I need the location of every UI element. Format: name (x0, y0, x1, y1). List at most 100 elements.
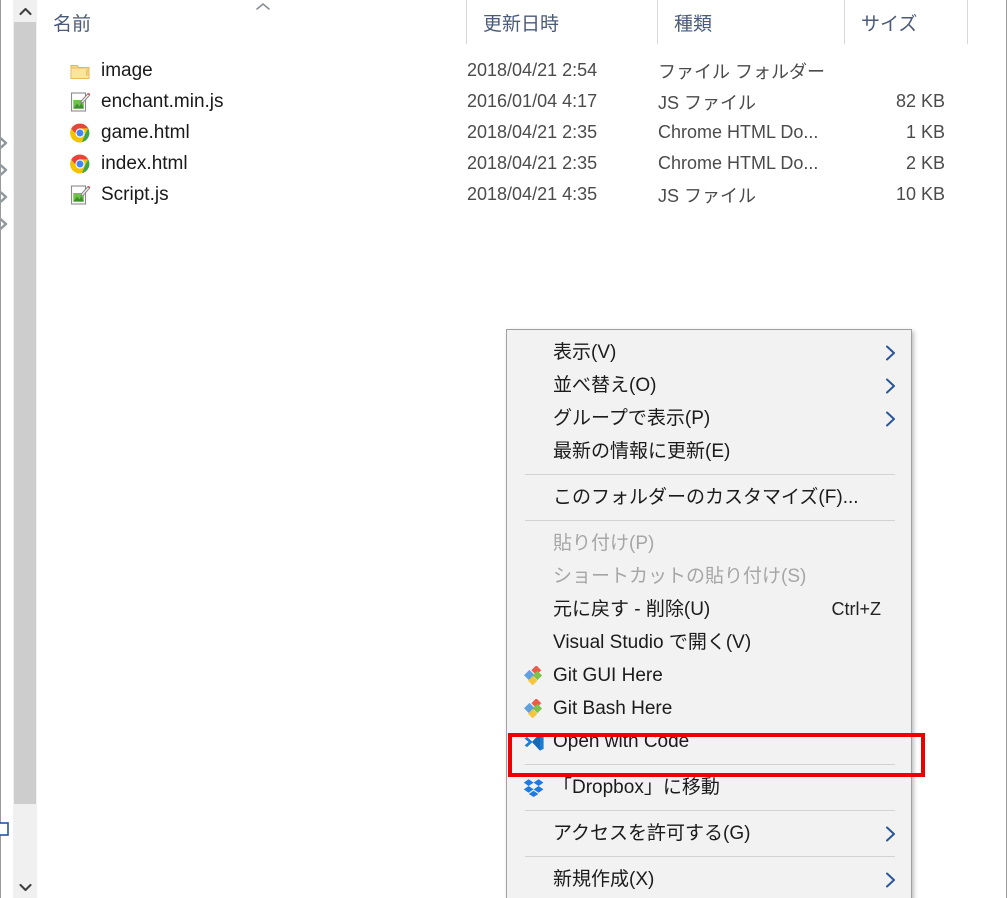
column-header-spacer (968, 0, 1006, 44)
file-size-cell (782, 55, 945, 86)
column-header-date[interactable]: 更新日時 (467, 0, 658, 44)
file-size-label: 82 KB (895, 91, 945, 111)
menu-item[interactable]: 「Dropbox」に移動 (507, 771, 911, 804)
scroll-down-button[interactable] (13, 876, 37, 898)
table-row[interactable]: game.html 2018/04/21 2:35 Chrome HTML Do..… (37, 117, 1006, 148)
menu-separator (525, 810, 895, 811)
file-date-label: 2016/01/04 4:17 (467, 91, 598, 111)
chrome-icon (69, 122, 91, 144)
menu-item[interactable]: 元に戻す - 削除(U) Ctrl+Z (507, 593, 911, 626)
menu-item-label: 表示(V) (553, 342, 617, 363)
file-date-cell: 2018/04/21 2:35 (467, 117, 597, 148)
navigation-pane[interactable] (0, 0, 13, 898)
menu-item-label: グループで表示(P) (553, 408, 711, 429)
chevron-down-icon (18, 883, 32, 892)
chevron-right-icon[interactable] (1, 190, 11, 204)
file-name-cell[interactable]: enchant.min.js (69, 86, 224, 117)
menu-separator (525, 856, 895, 857)
menu-separator (525, 474, 895, 475)
file-name-cell[interactable]: image (69, 55, 153, 86)
menu-item-shortcut: Ctrl+Z (831, 599, 882, 619)
menu-item[interactable]: Visual Studio で開く(V) (507, 626, 911, 659)
column-header-size-label: サイズ (861, 13, 918, 35)
menu-item[interactable]: Open with Code (507, 725, 911, 758)
js-file-icon (69, 91, 91, 113)
file-size-label: 10 KB (895, 184, 945, 204)
menu-item[interactable]: Git GUI Here (507, 659, 911, 692)
file-date-cell: 2018/04/21 4:35 (467, 179, 597, 210)
file-name-label: index.html (101, 152, 188, 174)
table-row[interactable]: index.html 2018/04/21 2:35 Chrome HTML Do.… (37, 148, 1006, 179)
git-icon (521, 698, 547, 720)
menu-item[interactable]: 並べ替え(O) (507, 369, 911, 402)
file-type-cell: JS ファイル (658, 179, 756, 210)
git-icon (521, 665, 547, 687)
menu-item[interactable]: 表示(V) (507, 336, 911, 369)
file-size-label: 1 KB (905, 122, 945, 142)
file-name-label: game.html (101, 121, 190, 143)
file-date-cell: 2018/04/21 2:54 (467, 55, 597, 86)
column-header-size[interactable]: サイズ (845, 0, 968, 44)
menu-separator (525, 520, 895, 521)
table-row[interactable]: enchant.min.js 2016/01/04 4:17 JS ファイル 82 K… (37, 86, 1006, 117)
menu-item-label: アクセスを許可する(G) (553, 823, 751, 844)
scroll-up-button[interactable] (13, 0, 37, 22)
column-header-type-label: 種類 (674, 13, 713, 35)
menu-item: 貼り付け(P) (507, 527, 911, 560)
menu-item-label: このフォルダーのカスタマイズ(F)... (553, 487, 859, 508)
partial-folder-icon (0, 820, 12, 838)
file-size-cell: 10 KB (782, 179, 945, 210)
menu-item-label: Git GUI Here (553, 665, 663, 686)
file-name-label: enchant.min.js (101, 90, 224, 112)
table-row[interactable]: image 2018/04/21 2:54 ファイル フォルダー (37, 55, 1006, 86)
menu-item: ショートカットの貼り付け(S) (507, 560, 911, 593)
file-name-label: Script.js (101, 183, 169, 205)
menu-item[interactable]: Git Bash Here (507, 692, 911, 725)
menu-item-label: 貼り付け(P) (553, 533, 655, 554)
menu-item-label: 最新の情報に更新(E) (553, 441, 731, 462)
chevron-up-icon (18, 7, 32, 16)
chrome-icon (69, 153, 91, 175)
chevron-right-icon[interactable] (1, 217, 11, 231)
file-name-label: image (101, 59, 153, 81)
column-header-type[interactable]: 種類 (658, 0, 845, 44)
file-name-cell[interactable]: game.html (69, 117, 190, 148)
menu-item[interactable]: このフォルダーのカスタマイズ(F)... (507, 481, 911, 514)
file-date-cell: 2016/01/04 4:17 (467, 86, 597, 117)
menu-item-label: Open with Code (553, 731, 690, 752)
chevron-right-icon[interactable] (1, 136, 11, 150)
file-type-cell: JS ファイル (658, 86, 756, 117)
column-header-date-label: 更新日時 (483, 13, 560, 35)
menu-item[interactable]: 最新の情報に更新(E) (507, 435, 911, 468)
file-size-cell: 1 KB (782, 117, 945, 148)
menu-item[interactable]: アクセスを許可する(G) (507, 817, 911, 850)
explorer-window: 名前 更新日時 種類 サイズ image 2018/04/21 2:54 ファイル … (0, 0, 1007, 898)
file-type-label: JS ファイル (658, 185, 757, 206)
file-size-cell: 2 KB (782, 148, 945, 179)
column-header-name[interactable]: 名前 (37, 0, 467, 44)
file-name-cell[interactable]: index.html (69, 148, 188, 179)
menu-item-label: 元に戻す - 削除(U) (553, 599, 711, 620)
menu-item-label: 新規作成(X) (553, 869, 655, 890)
sort-ascending-icon (255, 2, 271, 11)
chevron-right-icon (884, 344, 897, 362)
vscode-icon (521, 731, 547, 753)
file-type-label: JS ファイル (658, 92, 757, 113)
file-size-cell: 82 KB (782, 86, 945, 117)
file-date-label: 2018/04/21 2:35 (467, 153, 598, 173)
vertical-scrollbar[interactable] (13, 0, 37, 898)
column-header-row: 名前 更新日時 種類 サイズ (37, 0, 1006, 44)
chevron-right-icon (884, 871, 897, 889)
menu-item-label: 並べ替え(O) (553, 375, 657, 396)
file-name-cell[interactable]: Script.js (69, 179, 169, 210)
menu-item[interactable]: 新規作成(X) (507, 863, 911, 896)
file-date-label: 2018/04/21 4:35 (467, 184, 598, 204)
menu-item[interactable]: グループで表示(P) (507, 402, 911, 435)
chevron-right-icon[interactable] (1, 163, 11, 177)
scrollbar-thumb[interactable] (14, 22, 36, 804)
menu-separator (525, 764, 895, 765)
column-header-name-label: 名前 (53, 13, 92, 35)
js-file-icon (69, 184, 91, 206)
context-menu[interactable]: 表示(V) 並べ替え(O) グループで表示(P) 最新の情報に更新(E) このフォルダー… (506, 329, 912, 898)
table-row[interactable]: Script.js 2018/04/21 4:35 JS ファイル 10 KB (37, 179, 1006, 210)
